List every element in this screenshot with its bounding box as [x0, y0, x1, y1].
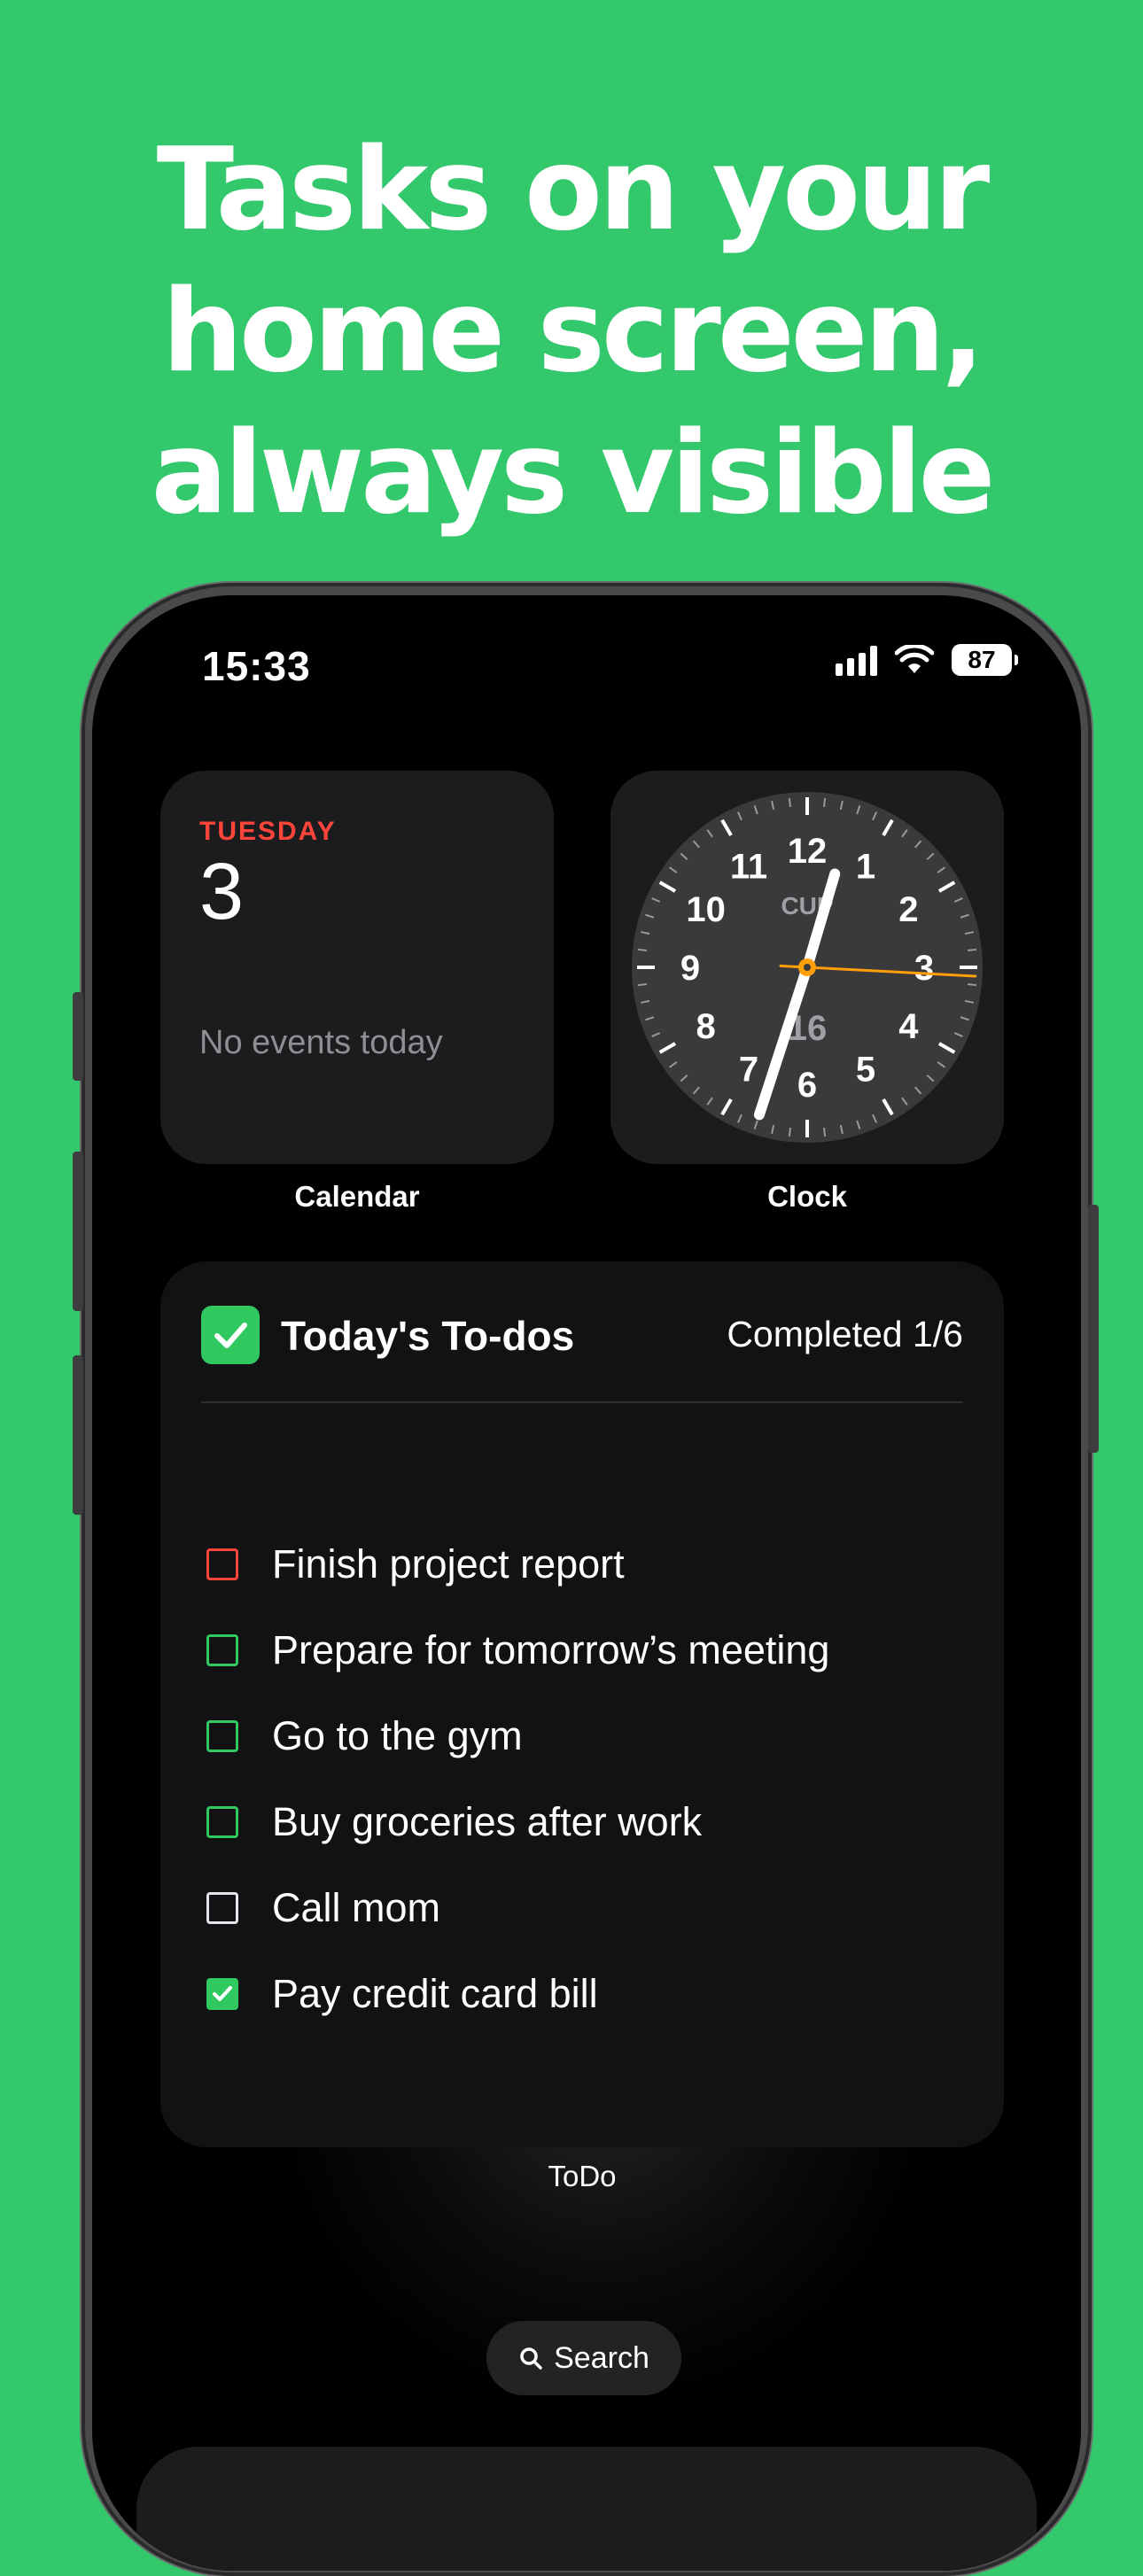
headline-line-2: home screen,: [161, 266, 984, 398]
task-checkbox[interactable]: [206, 1892, 238, 1924]
clock-numeral: 4: [898, 1007, 919, 1046]
clock-numeral: 7: [739, 1050, 758, 1089]
status-time: 15:33: [202, 643, 311, 689]
task-label: Go to the gym: [272, 1713, 523, 1758]
wifi-icon: [895, 645, 934, 673]
search-label: Search: [554, 2340, 649, 2375]
power-button: [1088, 1205, 1099, 1453]
battery-icon: 87: [952, 644, 1018, 676]
task-label: Finish project report: [272, 1541, 625, 1587]
task-label: Pay credit card bill: [272, 1971, 598, 2016]
clock-tick: [788, 797, 791, 808]
clock-numeral: 2: [898, 890, 918, 929]
task-checkbox-checked[interactable]: [206, 1978, 238, 2010]
calendar-day: TUESDAY: [199, 817, 337, 846]
todo-logo-icon: [201, 1306, 260, 1364]
task-checkbox[interactable]: [206, 1720, 238, 1752]
todo-widget-label: ToDo: [548, 2160, 617, 2192]
clock-numeral: 9: [680, 949, 700, 988]
clock-widget[interactable]: 12 1 2 3 4 5 6 7 8 9 10 11 CUP 16: [610, 771, 1004, 1164]
clock-numeral: 3: [914, 949, 934, 988]
task-item[interactable]: Finish project report: [206, 1538, 625, 1591]
task-item[interactable]: Go to the gym: [206, 1710, 523, 1763]
task-label: Prepare for tomorrow’s meeting: [272, 1627, 830, 1672]
search-button[interactable]: Search: [486, 2321, 681, 2395]
clock-widget-label: Clock: [767, 1180, 847, 1213]
clock-face: 12 1234567891011CUP16: [632, 792, 983, 1143]
clock-tick: [637, 983, 648, 987]
task-checkbox[interactable]: [206, 1548, 238, 1580]
clock-numeral: 5: [856, 1050, 875, 1089]
search-icon: [520, 2347, 542, 2370]
clock-numeral: 10: [686, 890, 726, 929]
clock-tick: [788, 1127, 791, 1137]
clock-tick: [967, 983, 977, 987]
todo-widget[interactable]: Today's To-dos Completed 1/6 Finish proj…: [160, 1261, 1004, 2147]
dock: [136, 2447, 1037, 2571]
task-checkbox[interactable]: [206, 1634, 238, 1666]
calendar-events: No events today: [199, 1024, 443, 1061]
calendar-date: 3: [199, 848, 245, 936]
clock-numeral: 8: [696, 1007, 716, 1046]
task-label: Call mom: [272, 1885, 441, 1930]
signal-icon: [836, 644, 877, 676]
status-icons: 87: [836, 644, 1018, 676]
clock-tick: [823, 797, 827, 808]
volume-down-button: [73, 1355, 83, 1515]
phone-screen: 15:33 87 TUESDAY 3 No events today Calen…: [92, 595, 1081, 2571]
task-checkbox[interactable]: [206, 1806, 238, 1838]
clock-numeral: 12: [788, 832, 828, 871]
checkmark-icon: [213, 1986, 232, 2001]
clock-tick: [823, 1127, 827, 1137]
calendar-widget-label: Calendar: [294, 1180, 420, 1213]
volume-up-button: [73, 1152, 83, 1311]
todo-divider: [201, 1401, 963, 1403]
clock-numeral: 1: [856, 848, 875, 887]
headline-line-3: always visible: [151, 407, 996, 539]
task-item[interactable]: Prepare for tomorrow’s meeting: [206, 1624, 829, 1677]
todo-title: Today's To-dos: [281, 1313, 575, 1359]
headline: Tasks on your home screen, always visibl…: [0, 120, 1143, 545]
headline-line-1: Tasks on your: [156, 124, 991, 256]
task-item[interactable]: Buy groceries after work: [206, 1796, 702, 1849]
todo-completed-count: Completed 1/6: [727, 1314, 963, 1354]
task-item[interactable]: Call mom: [206, 1882, 440, 1935]
task-label: Buy groceries after work: [272, 1799, 703, 1844]
clock-numeral: 11: [730, 848, 767, 887]
calendar-widget[interactable]: TUESDAY 3 No events today: [160, 771, 554, 1164]
clock-numeral: 6: [797, 1066, 817, 1105]
clock-center-dot: [804, 964, 811, 971]
task-item[interactable]: Pay credit card bill: [206, 1967, 598, 2021]
side-button: [73, 992, 83, 1081]
